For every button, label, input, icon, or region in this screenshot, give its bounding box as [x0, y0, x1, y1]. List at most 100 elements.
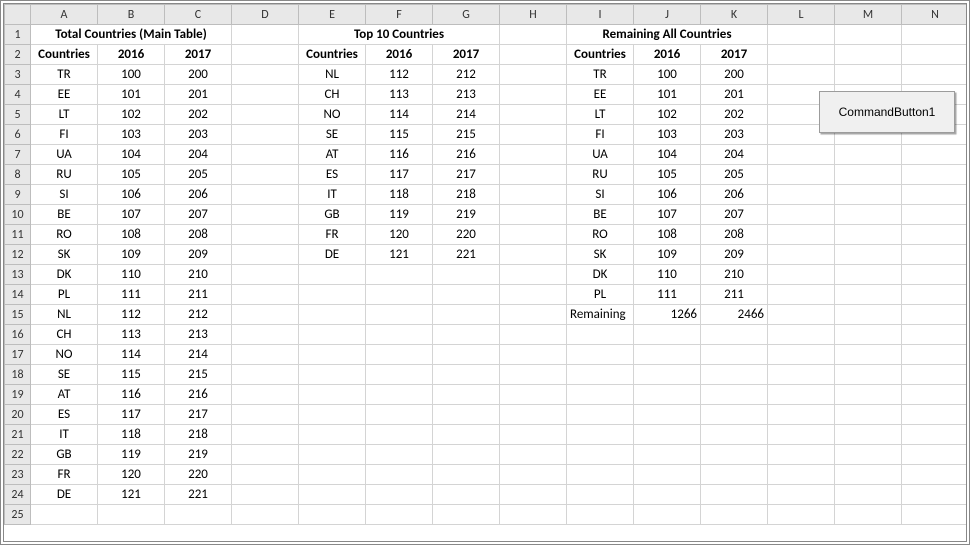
cell-I3[interactable]: TR	[567, 65, 634, 85]
cell-L23[interactable]	[768, 465, 835, 485]
row-header-20[interactable]: 20	[5, 405, 31, 425]
cell-H1[interactable]	[500, 25, 567, 45]
cell-G12[interactable]: 221	[433, 245, 500, 265]
cell-G16[interactable]	[433, 325, 500, 345]
cell-F6[interactable]: 115	[366, 125, 433, 145]
cell-K22[interactable]	[701, 445, 768, 465]
cell-M19[interactable]	[835, 385, 902, 405]
cell-M20[interactable]	[835, 405, 902, 425]
cell-C6[interactable]: 203	[165, 125, 232, 145]
cell-I12[interactable]: SK	[567, 245, 634, 265]
cell-L18[interactable]	[768, 365, 835, 385]
cell-D9[interactable]	[232, 185, 299, 205]
cell-H17[interactable]	[500, 345, 567, 365]
cell-G13[interactable]	[433, 265, 500, 285]
cell-N8[interactable]	[902, 165, 969, 185]
cell-K16[interactable]	[701, 325, 768, 345]
cell-B8[interactable]: 105	[98, 165, 165, 185]
cell-K8[interactable]: 205	[701, 165, 768, 185]
cell-F19[interactable]	[366, 385, 433, 405]
row-header-8[interactable]: 8	[5, 165, 31, 185]
cell-N20[interactable]	[902, 405, 969, 425]
cell-D4[interactable]	[232, 85, 299, 105]
row-header-5[interactable]: 5	[5, 105, 31, 125]
cell-G2[interactable]: 2017	[433, 45, 500, 65]
cell-G6[interactable]: 215	[433, 125, 500, 145]
cell-H2[interactable]	[500, 45, 567, 65]
cell-M8[interactable]	[835, 165, 902, 185]
cell-K4[interactable]: 201	[701, 85, 768, 105]
cell-A5[interactable]: LT	[31, 105, 98, 125]
cell-E14[interactable]	[299, 285, 366, 305]
cell-B19[interactable]: 116	[98, 385, 165, 405]
cell-M18[interactable]	[835, 365, 902, 385]
cell-N25[interactable]	[902, 505, 969, 525]
cell-J9[interactable]: 106	[634, 185, 701, 205]
cell-F14[interactable]	[366, 285, 433, 305]
cell-E21[interactable]	[299, 425, 366, 445]
cell-D1[interactable]	[232, 25, 299, 45]
cell-E2[interactable]: Countries	[299, 45, 366, 65]
cell-D22[interactable]	[232, 445, 299, 465]
cell-D13[interactable]	[232, 265, 299, 285]
cell-I10[interactable]: BE	[567, 205, 634, 225]
cell-N18[interactable]	[902, 365, 969, 385]
row-header-15[interactable]: 15	[5, 305, 31, 325]
cell-K6[interactable]: 203	[701, 125, 768, 145]
cell-H18[interactable]	[500, 365, 567, 385]
cell-A7[interactable]: UA	[31, 145, 98, 165]
cell-E8[interactable]: ES	[299, 165, 366, 185]
row-header-18[interactable]: 18	[5, 365, 31, 385]
cell-I17[interactable]	[567, 345, 634, 365]
cell-G24[interactable]	[433, 485, 500, 505]
cell-G8[interactable]: 217	[433, 165, 500, 185]
cell-G14[interactable]	[433, 285, 500, 305]
cell-C24[interactable]: 221	[165, 485, 232, 505]
cell-J4[interactable]: 101	[634, 85, 701, 105]
cell-N9[interactable]	[902, 185, 969, 205]
cell-N1[interactable]	[902, 25, 969, 45]
cell-E25[interactable]	[299, 505, 366, 525]
cell-G9[interactable]: 218	[433, 185, 500, 205]
cell-B20[interactable]: 117	[98, 405, 165, 425]
cell-H25[interactable]	[500, 505, 567, 525]
cell-N7[interactable]	[902, 145, 969, 165]
row-header-6[interactable]: 6	[5, 125, 31, 145]
cell-C16[interactable]: 213	[165, 325, 232, 345]
cell-L20[interactable]	[768, 405, 835, 425]
cell-E15[interactable]	[299, 305, 366, 325]
cell-G19[interactable]	[433, 385, 500, 405]
cell-N15[interactable]	[902, 305, 969, 325]
cell-B18[interactable]: 115	[98, 365, 165, 385]
cell-H4[interactable]	[500, 85, 567, 105]
cell-H10[interactable]	[500, 205, 567, 225]
cell-B24[interactable]: 121	[98, 485, 165, 505]
cell-M3[interactable]	[835, 65, 902, 85]
cell-C4[interactable]: 201	[165, 85, 232, 105]
cell-B21[interactable]: 118	[98, 425, 165, 445]
column-header-H[interactable]: H	[500, 5, 567, 25]
row-header-23[interactable]: 23	[5, 465, 31, 485]
row-header-9[interactable]: 9	[5, 185, 31, 205]
cell-C5[interactable]: 202	[165, 105, 232, 125]
cell-G17[interactable]	[433, 345, 500, 365]
column-header-F[interactable]: F	[366, 5, 433, 25]
cell-F9[interactable]: 118	[366, 185, 433, 205]
cell-J22[interactable]	[634, 445, 701, 465]
cell-D17[interactable]	[232, 345, 299, 365]
cell-B9[interactable]: 106	[98, 185, 165, 205]
cell-B6[interactable]: 103	[98, 125, 165, 145]
cell-J25[interactable]	[634, 505, 701, 525]
cell-E5[interactable]: NO	[299, 105, 366, 125]
cell-J8[interactable]: 105	[634, 165, 701, 185]
cell-A4[interactable]: EE	[31, 85, 98, 105]
spreadsheet-grid[interactable]: ABCDEFGHIJKLMN1Total Countries (Main Tab…	[4, 4, 969, 525]
cell-A14[interactable]: PL	[31, 285, 98, 305]
cell-A21[interactable]: IT	[31, 425, 98, 445]
cell-G25[interactable]	[433, 505, 500, 525]
cell-N19[interactable]	[902, 385, 969, 405]
cell-N11[interactable]	[902, 225, 969, 245]
row-header-1[interactable]: 1	[5, 25, 31, 45]
cell-D3[interactable]	[232, 65, 299, 85]
cell-C20[interactable]: 217	[165, 405, 232, 425]
